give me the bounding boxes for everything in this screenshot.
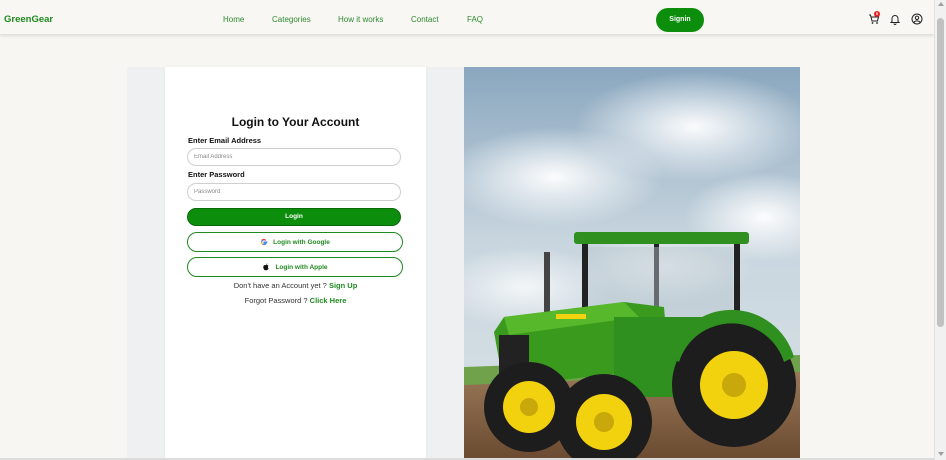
signup-link[interactable]: Sign Up — [329, 281, 357, 290]
password-label: Enter Password — [188, 170, 245, 179]
signup-prompt-text: Don't have an Account yet ? — [233, 281, 327, 290]
email-label: Enter Email Address — [188, 136, 262, 145]
scroll-up-arrow-icon[interactable] — [938, 2, 944, 6]
google-login-button[interactable]: Login with Google — [187, 232, 403, 252]
login-button[interactable]: Login — [187, 208, 401, 226]
signin-button[interactable]: Signin — [656, 8, 704, 32]
nav-faq[interactable]: FAQ — [467, 15, 483, 24]
user-icon[interactable] — [911, 12, 923, 25]
google-icon — [260, 233, 268, 251]
nav-home[interactable]: Home — [223, 15, 244, 24]
apple-icon — [262, 258, 270, 276]
top-navbar: GreenGear Home Categories How it works C… — [0, 0, 934, 35]
forgot-password-link[interactable]: Click Here — [310, 296, 347, 305]
login-title: Login to Your Account — [231, 115, 360, 129]
scroll-down-arrow-icon[interactable] — [938, 452, 944, 456]
apple-login-label: Login with Apple — [275, 263, 328, 271]
forgot-password-prompt: Forgot Password ? Click Here — [165, 296, 426, 305]
email-field[interactable] — [187, 148, 401, 166]
scroll-thumb[interactable] — [937, 18, 944, 327]
google-login-label: Login with Google — [273, 238, 330, 246]
left-panel-background — [127, 67, 165, 460]
nav-categories[interactable]: Categories — [272, 15, 311, 24]
center-gutter-background — [426, 67, 464, 460]
cart-count-badge: 0 — [874, 11, 880, 17]
login-card: Login to Your Account Enter Email Addres… — [165, 67, 426, 460]
nav-contact[interactable]: Contact — [411, 15, 439, 24]
apple-login-button[interactable]: Login with Apple — [187, 257, 403, 277]
password-field[interactable] — [187, 183, 401, 201]
nav-how-it-works[interactable]: How it works — [338, 15, 383, 24]
bell-icon[interactable] — [889, 12, 901, 25]
tractor-hero-image — [464, 67, 800, 460]
right-margin — [800, 67, 934, 460]
signup-prompt: Don't have an Account yet ? Sign Up — [165, 281, 426, 290]
forgot-prompt-text: Forgot Password ? — [244, 296, 308, 305]
page-scrollbar[interactable] — [934, 0, 946, 460]
brand-logo[interactable]: GreenGear — [4, 14, 53, 25]
